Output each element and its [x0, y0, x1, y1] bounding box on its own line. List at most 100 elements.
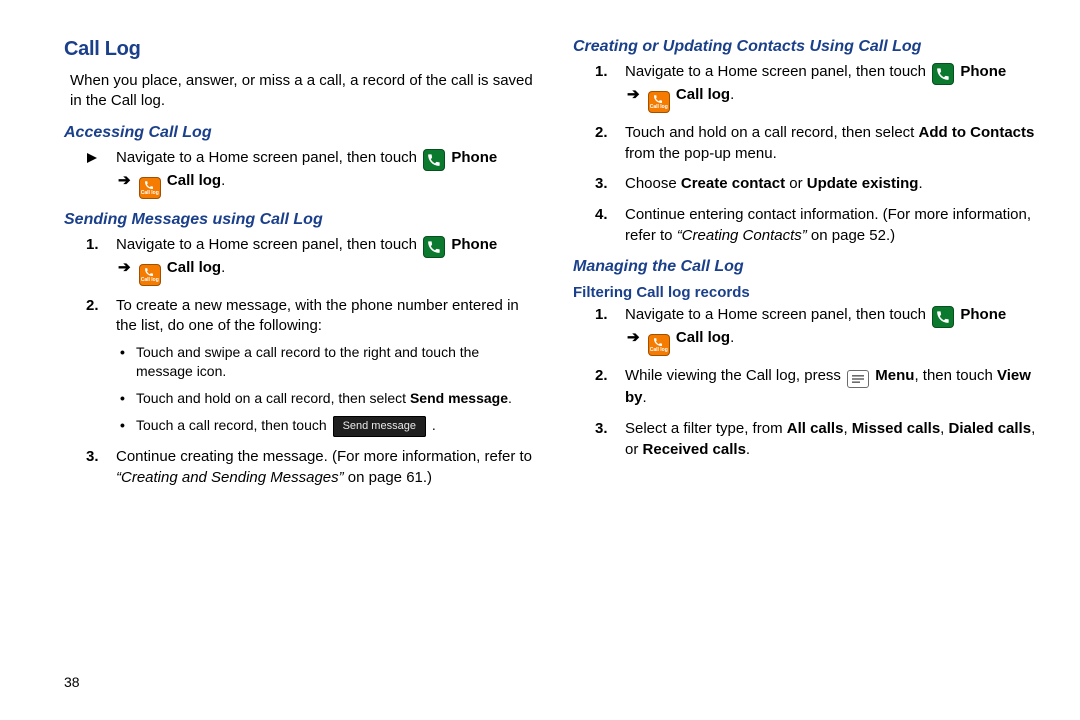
- add-to-contacts-bold: Add to Contacts: [919, 124, 1035, 141]
- step-marker: 2.: [595, 366, 608, 387]
- phone-icon: [423, 149, 445, 171]
- intro-paragraph: When you place, answer, or miss a a call…: [70, 71, 533, 112]
- option-swipe: Touch and swipe a call record to the rig…: [120, 343, 533, 381]
- sending-step-1: 1. Navigate to a Home screen panel, then…: [86, 235, 533, 286]
- sending-steps: 1. Navigate to a Home screen panel, then…: [64, 235, 533, 489]
- arrow-icon: ➔: [116, 259, 133, 276]
- sending-options: Touch and swipe a call record to the rig…: [116, 343, 533, 438]
- creating-step-1: 1. Navigate to a Home screen panel, then…: [595, 62, 1042, 113]
- page-number: 38: [64, 674, 80, 690]
- call-log-icon-label: Call log: [650, 105, 668, 110]
- step-text-pre: Navigate to a Home screen panel, then to…: [116, 149, 421, 166]
- creating-step-2: 2. Touch and hold on a call record, then…: [595, 123, 1042, 164]
- opt-post: .: [508, 390, 512, 406]
- step-text-post: .: [746, 441, 750, 458]
- calllog-label: Call log: [167, 259, 221, 276]
- arrow-icon: ➔: [625, 329, 642, 346]
- right-column: Creating or Updating Contacts Using Call…: [573, 38, 1042, 499]
- call-log-icon: Call log: [139, 177, 161, 199]
- play-bullet-icon: [86, 150, 98, 171]
- creating-step-3: 3. Choose Create contact or Update exist…: [595, 174, 1042, 195]
- period: .: [730, 86, 734, 103]
- period: .: [221, 259, 225, 276]
- creating-steps: 1. Navigate to a Home screen panel, then…: [573, 62, 1042, 246]
- send-message-button: Send message: [333, 416, 426, 438]
- arrow-icon: ➔: [625, 86, 642, 103]
- subheading-sending: Sending Messages using Call Log: [64, 211, 533, 229]
- calllog-label: Call log: [167, 172, 221, 189]
- menu-icon: [847, 370, 869, 388]
- call-log-icon: Call log: [648, 91, 670, 113]
- step-text-pre: Continue creating the message. (For more…: [116, 448, 532, 465]
- step-marker: 3.: [595, 174, 608, 195]
- update-existing-bold: Update existing: [807, 175, 919, 192]
- menu-label: Menu: [875, 367, 914, 384]
- step-marker: 2.: [86, 296, 99, 317]
- mid: or: [785, 175, 807, 192]
- step-marker: 1.: [595, 62, 608, 83]
- sending-step-2: 2. To create a new message, with the pho…: [86, 296, 533, 438]
- period: .: [221, 172, 225, 189]
- sending-step-3: 3. Continue creating the message. (For m…: [86, 447, 533, 488]
- step-text-pre: Select a filter type, from: [625, 420, 787, 437]
- call-log-icon-label: Call log: [141, 191, 159, 196]
- phone-icon: [423, 236, 445, 258]
- missed-calls-bold: Missed calls: [852, 420, 940, 437]
- phone-icon: [932, 306, 954, 328]
- period: .: [730, 329, 734, 346]
- arrow-icon: ➔: [116, 172, 133, 189]
- step-text-post: .: [643, 389, 647, 406]
- step-text-pre: Touch and hold on a call record, then se…: [625, 124, 919, 141]
- step-text-pre: Navigate to a Home screen panel, then to…: [625, 306, 930, 323]
- opt-pre: Touch a call record, then touch: [136, 417, 331, 433]
- step-text-pre: Choose: [625, 175, 681, 192]
- creating-step-4: 4. Continue entering contact information…: [595, 205, 1042, 246]
- filtering-steps: 1. Navigate to a Home screen panel, then…: [573, 305, 1042, 460]
- call-log-icon-label: Call log: [141, 278, 159, 283]
- call-log-icon: Call log: [139, 264, 161, 286]
- filtering-step-2: 2. While viewing the Call log, press Men…: [595, 366, 1042, 409]
- step-marker: 4.: [595, 205, 608, 226]
- phone-label: Phone: [451, 149, 497, 166]
- manual-page: Call Log When you place, answer, or miss…: [0, 0, 1080, 720]
- step-text-post: .: [918, 175, 922, 192]
- call-log-icon-label: Call log: [650, 348, 668, 353]
- step-text-post: on page 61.): [344, 469, 432, 486]
- calllog-label: Call log: [676, 329, 730, 346]
- comma: ,: [940, 420, 948, 437]
- opt-post: .: [428, 417, 436, 433]
- comma: ,: [843, 420, 851, 437]
- step-text-post: from the pop-up menu.: [625, 145, 777, 162]
- ref-creating-sending: “Creating and Sending Messages”: [116, 469, 344, 486]
- subheading-creating-updating: Creating or Updating Contacts Using Call…: [573, 38, 1042, 56]
- step-text-pre: Navigate to a Home screen panel, then to…: [625, 63, 930, 80]
- subheading-managing: Managing the Call Log: [573, 258, 1042, 276]
- step-marker: 3.: [86, 447, 99, 468]
- step-text: To create a new message, with the phone …: [116, 297, 519, 335]
- step-marker: 1.: [86, 235, 99, 256]
- step-text-pre: While viewing the Call log, press: [625, 367, 845, 384]
- create-contact-bold: Create contact: [681, 175, 785, 192]
- left-column: Call Log When you place, answer, or miss…: [64, 38, 533, 499]
- received-calls-bold: Received calls: [643, 441, 746, 458]
- option-hold: Touch and hold on a call record, then se…: [120, 389, 533, 408]
- step-text-post: on page 52.): [807, 227, 895, 244]
- filtering-step-1: 1. Navigate to a Home screen panel, then…: [595, 305, 1042, 356]
- section-heading-call-log: Call Log: [64, 38, 533, 61]
- accessing-step: Navigate to a Home screen panel, then to…: [86, 148, 533, 199]
- all-calls-bold: All calls: [787, 420, 844, 437]
- dialed-calls-bold: Dialed calls: [949, 420, 1032, 437]
- phone-label: Phone: [960, 63, 1006, 80]
- subheading-accessing: Accessing Call Log: [64, 124, 533, 142]
- step-marker: 2.: [595, 123, 608, 144]
- option-touch: Touch a call record, then touch Send mes…: [120, 416, 533, 438]
- send-message-bold: Send message: [410, 390, 508, 406]
- ref-creating-contacts: “Creating Contacts”: [677, 227, 807, 244]
- two-column-layout: Call Log When you place, answer, or miss…: [64, 38, 1042, 499]
- subsubheading-filtering: Filtering Call log records: [573, 284, 1042, 301]
- opt-pre: Touch and hold on a call record, then se…: [136, 390, 410, 406]
- step-marker: 3.: [595, 419, 608, 440]
- step-text-pre: Navigate to a Home screen panel, then to…: [116, 236, 421, 253]
- phone-icon: [932, 63, 954, 85]
- filtering-step-3: 3. Select a filter type, from All calls,…: [595, 419, 1042, 460]
